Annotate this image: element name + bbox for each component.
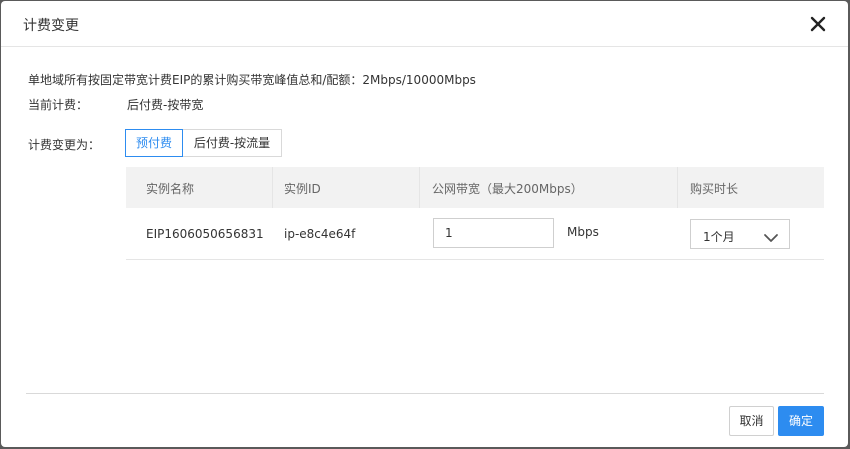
table-header: 实例名称 实例ID 公网带宽（最大200Mbps） 购买时长 <box>126 167 824 208</box>
current-billing-label: 当前计费： <box>28 98 89 112</box>
bandwidth-input[interactable] <box>433 218 554 248</box>
cancel-button[interactable]: 取消 <box>729 406 774 436</box>
close-icon[interactable] <box>807 13 829 35</box>
instance-id-cell: ip-e8c4e64f <box>284 227 356 241</box>
duration-select[interactable]: 1个月 <box>690 219 790 249</box>
table-row: EIP1606050656831 ip-e8c4e64f Mbps 1个月 <box>126 208 824 260</box>
column-divider <box>272 167 273 208</box>
column-header-duration: 购买时长 <box>690 182 739 196</box>
current-billing-value: 后付费-按带宽 <box>127 98 204 112</box>
billing-change-label: 计费变更为： <box>28 138 101 152</box>
prepaid-option[interactable]: 预付费 <box>125 129 183 157</box>
confirm-button[interactable]: 确定 <box>778 406 824 436</box>
instance-name-cell: EIP1606050656831 <box>146 227 264 241</box>
column-header-instance-name: 实例名称 <box>146 182 195 196</box>
bandwidth-unit: Mbps <box>567 225 599 239</box>
column-divider <box>677 167 678 208</box>
column-header-bandwidth: 公网带宽（最大200Mbps） <box>432 182 583 196</box>
footer-divider <box>26 393 824 394</box>
postpaid-traffic-option[interactable]: 后付费-按流量 <box>182 129 282 157</box>
column-header-instance-id: 实例ID <box>284 182 321 196</box>
instance-table: 实例名称 实例ID 公网带宽（最大200Mbps） 购买时长 EIP160605… <box>126 167 824 260</box>
dialog-title: 计费变更 <box>23 18 79 34</box>
bandwidth-quota-notice: 单地域所有按固定带宽计费EIP的累计购买带宽峰值总和/配额：2Mbps/1000… <box>28 73 476 87</box>
chevron-down-icon <box>763 229 779 242</box>
dialog-header: 计费变更 <box>1 1 848 47</box>
duration-selected-value: 1个月 <box>703 230 735 244</box>
billing-change-dialog: 计费变更 单地域所有按固定带宽计费EIP的累计购买带宽峰值总和/配额：2Mbps… <box>1 1 848 447</box>
column-divider <box>419 167 420 208</box>
